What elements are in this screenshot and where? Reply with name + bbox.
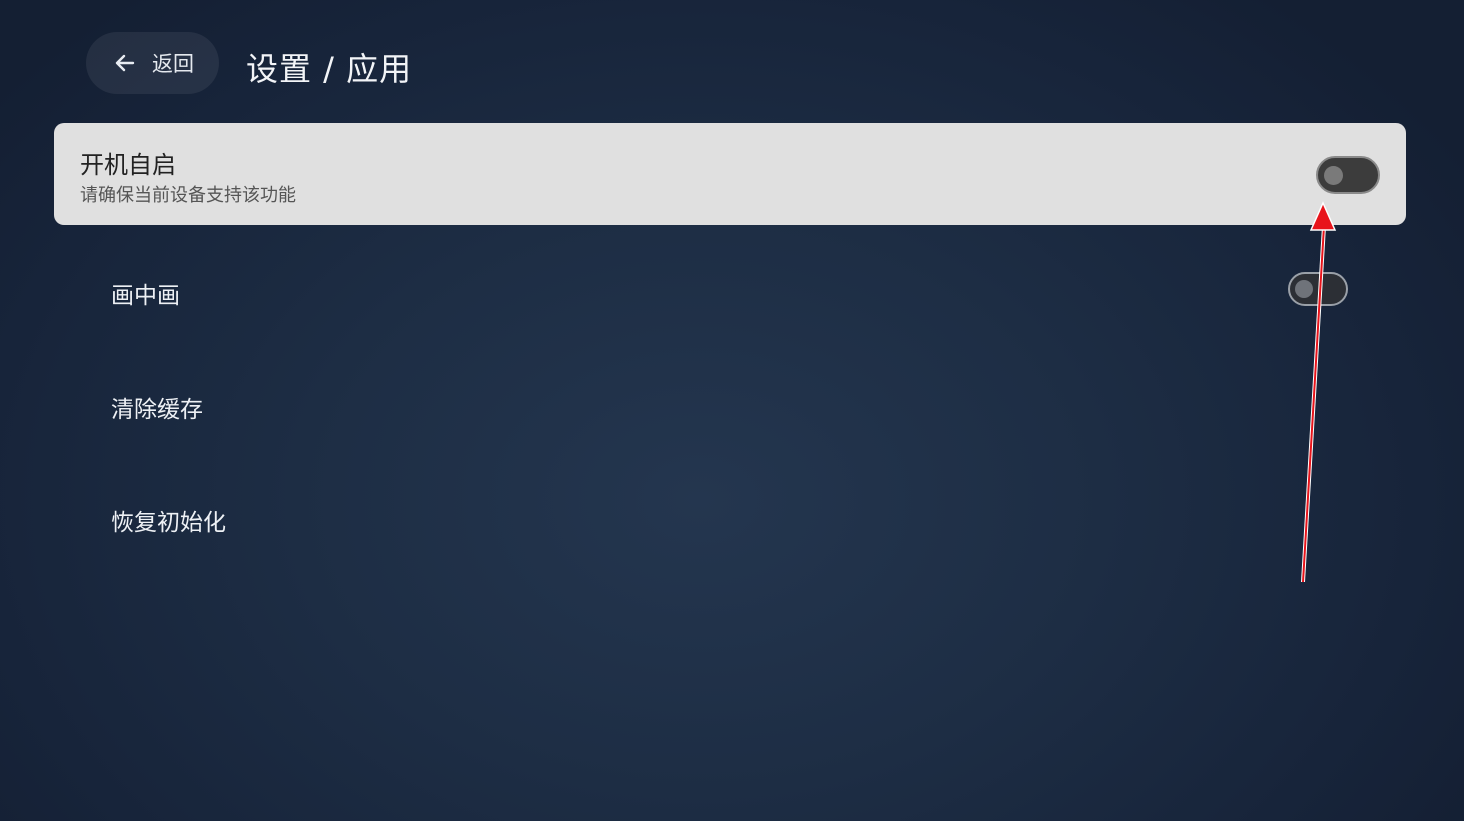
page-title: 设置 / 应用: [246, 50, 413, 88]
setting-auto-start-subtitle: 请确保当前设备支持该功能: [80, 185, 296, 206]
setting-pip-label[interactable]: 画中画: [111, 276, 180, 310]
setting-auto-start-title: 开机自启: [80, 151, 176, 179]
setting-reset[interactable]: 恢复初始化: [111, 503, 226, 537]
auto-start-toggle[interactable]: [1316, 156, 1380, 194]
arrow-left-icon: [112, 50, 138, 76]
setting-clear-cache[interactable]: 清除缓存: [111, 390, 203, 424]
back-label: 返回: [152, 52, 194, 76]
toggle-knob: [1324, 166, 1343, 185]
toggle-knob: [1295, 280, 1313, 298]
setting-auto-start[interactable]: 开机自启 请确保当前设备支持该功能: [54, 123, 1406, 225]
pip-toggle[interactable]: [1288, 272, 1348, 306]
back-button[interactable]: 返回: [86, 32, 219, 94]
